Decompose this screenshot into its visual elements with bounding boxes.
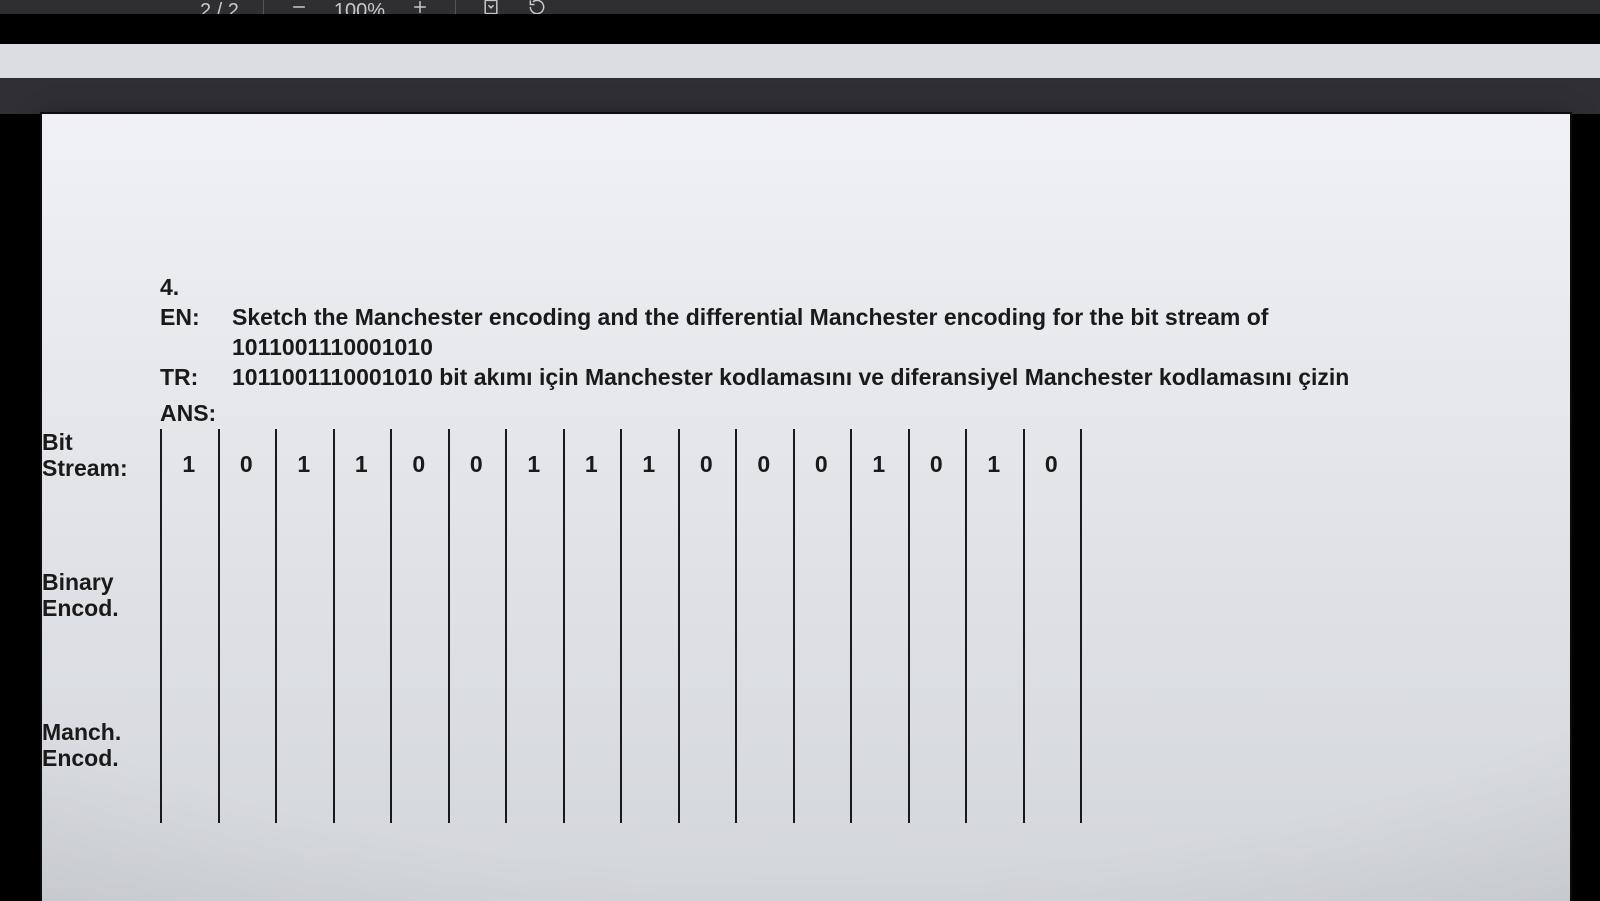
- grid-vline: [563, 429, 565, 823]
- pdf-toolbar: 2 / 2 100%: [0, 0, 1600, 14]
- bit-cell: 0: [793, 451, 851, 478]
- zoom-in-icon[interactable]: [409, 0, 431, 14]
- document-page: 4. EN: Sketch the Manchester encoding an…: [42, 114, 1570, 901]
- grid-vline: [678, 429, 680, 823]
- grid-vline: [505, 429, 507, 823]
- fit-page-icon[interactable]: [480, 0, 502, 14]
- page-content: 4. EN: Sketch the Manchester encoding an…: [160, 272, 1450, 901]
- window-chrome-strip: [0, 44, 1600, 78]
- bitstream-label-line2: Stream:: [42, 455, 128, 481]
- grid-vline: [793, 429, 795, 823]
- bit-cell: 0: [390, 451, 448, 478]
- bit-cell: 1: [275, 451, 333, 478]
- bit-cell: 1: [505, 451, 563, 478]
- grid-vline: [333, 429, 335, 823]
- bit-cell: 0: [678, 451, 736, 478]
- zoom-out-icon[interactable]: [288, 0, 310, 14]
- encoding-grid: Bit Stream: Binary Encod. Manch. Encod. …: [160, 429, 1138, 823]
- binary-label-line1: Binary: [42, 569, 114, 595]
- manch-label-line1: Manch.: [42, 719, 121, 745]
- bit-cell: 1: [850, 451, 908, 478]
- grid-vline: [1080, 429, 1082, 823]
- grid-vline: [448, 429, 450, 823]
- rotate-icon[interactable]: [526, 0, 548, 14]
- grid-vline: [850, 429, 852, 823]
- bit-cell: 0: [735, 451, 793, 478]
- bit-cell: 0: [908, 451, 966, 478]
- bit-cell: 1: [620, 451, 678, 478]
- manch-label-line2: Encod.: [42, 745, 119, 771]
- en-text: Sketch the Manchester encoding and the d…: [232, 302, 1450, 362]
- viewer-background: [0, 78, 1600, 114]
- binary-label-line2: Encod.: [42, 595, 119, 621]
- bit-cell: 1: [333, 451, 391, 478]
- toolbar-divider: [263, 0, 264, 14]
- question-number-row: 4.: [160, 272, 1450, 302]
- manch-row-label: Manch. Encod.: [42, 719, 158, 771]
- question-en-row: EN: Sketch the Manchester encoding and t…: [160, 302, 1450, 362]
- tr-label: TR:: [160, 362, 218, 392]
- binary-row-label: Binary Encod.: [42, 569, 158, 621]
- grid-vline: [218, 429, 220, 823]
- page-indicator: 2 / 2: [200, 4, 239, 14]
- bit-cell: 1: [965, 451, 1023, 478]
- grid-vline: [390, 429, 392, 823]
- toolbar-divider: [455, 0, 456, 14]
- grid-vline: [1023, 429, 1025, 823]
- en-label: EN:: [160, 302, 218, 362]
- grid-vline: [275, 429, 277, 823]
- question-tr-row: TR: 1011001110001010 bit akımı için Manc…: [160, 362, 1450, 392]
- bitstream-row-label: Bit Stream:: [42, 429, 158, 481]
- grid-vline: [735, 429, 737, 823]
- grid-vline: [908, 429, 910, 823]
- tr-text: 1011001110001010 bit akımı için Manchest…: [232, 362, 1450, 392]
- grid-vline: [620, 429, 622, 823]
- zoom-level: 100%: [334, 4, 385, 14]
- question-number: 4.: [160, 272, 218, 302]
- grid-vline: [160, 429, 162, 823]
- bit-cell: 1: [563, 451, 621, 478]
- bit-cell: 0: [218, 451, 276, 478]
- bit-cell: 1: [160, 451, 218, 478]
- ans-label: ANS:: [160, 400, 1450, 427]
- grid-vline: [965, 429, 967, 823]
- bit-cell: 0: [448, 451, 506, 478]
- bitstream-label-line1: Bit: [42, 429, 73, 455]
- bit-cell: 0: [1023, 451, 1081, 478]
